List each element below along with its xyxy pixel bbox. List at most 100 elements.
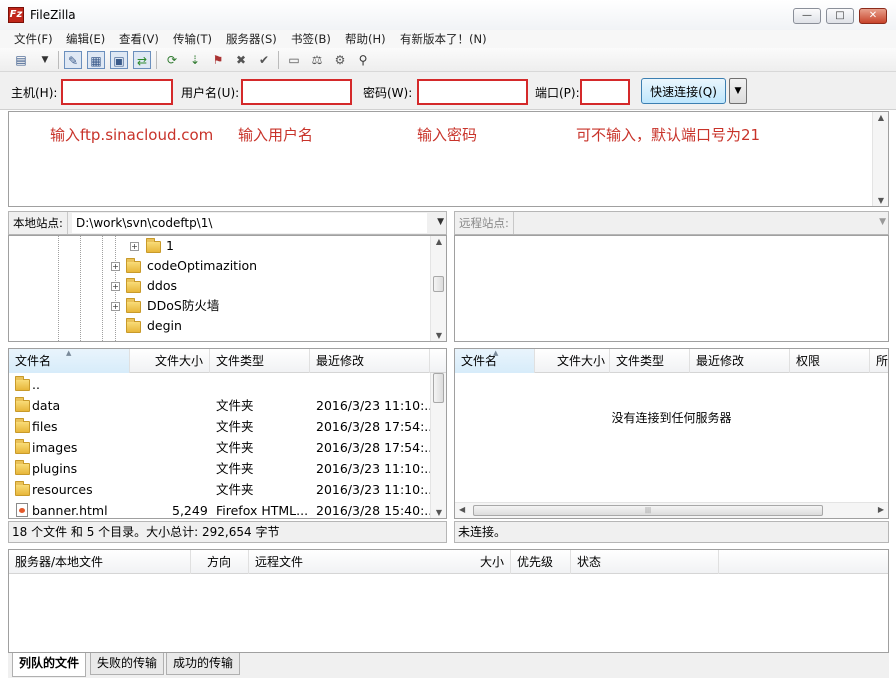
file-row[interactable]: files 文件夹 2016/3/28 17:54:...	[9, 416, 436, 437]
remote-file-list-hscrollbar[interactable]: ◀ ||| ▶	[455, 502, 888, 518]
remote-directory-tree[interactable]	[454, 235, 889, 342]
scroll-right-arrow-icon[interactable]: ▶	[878, 505, 884, 514]
menu-server[interactable]: 服务器(S)	[226, 31, 277, 47]
local-tree-scrollbar[interactable]: ▲ ▼	[430, 236, 446, 341]
column-header-priority[interactable]: 优先级	[511, 550, 571, 574]
scroll-down-arrow-icon[interactable]: ▼	[431, 508, 446, 517]
column-header-filesize[interactable]: 文件大小	[130, 349, 210, 373]
file-row[interactable]: plugins 文件夹 2016/3/23 11:10:...	[9, 458, 436, 479]
file-type: 文件夹	[216, 440, 254, 455]
host-label: 主机(H):	[11, 86, 58, 100]
column-header-status[interactable]: 状态	[571, 550, 719, 574]
dropdown-arrow-icon[interactable]: ▼	[36, 51, 54, 69]
host-input[interactable]	[61, 79, 173, 105]
port-label: 端口(P):	[535, 86, 580, 100]
toggle-remote-tree-icon[interactable]: ▣	[110, 51, 128, 69]
compare-icon[interactable]: ⚖	[308, 51, 326, 69]
local-file-list-scrollbar[interactable]: ▲ ▼	[430, 373, 446, 518]
password-label: 密码(W):	[363, 86, 413, 100]
column-header-modified[interactable]: 最近修改	[310, 349, 430, 373]
file-row[interactable]: resources 文件夹 2016/3/23 11:10:...	[9, 479, 436, 500]
minimize-button[interactable]: —	[793, 8, 821, 24]
scroll-thumb[interactable]: |||	[473, 505, 823, 516]
refresh-icon[interactable]: ⟳	[163, 51, 181, 69]
toggle-local-tree-icon[interactable]: ▦	[87, 51, 105, 69]
toggle-log-icon[interactable]: ✎	[64, 51, 82, 69]
toolbar: ▤ ▼ ✎ ▦ ▣ ⇄ ⟳ ⇣ ⚑ ✖ ✔ ▭ ⚖ ⚙ ⚲	[0, 48, 896, 72]
message-log[interactable]: 输入ftp.sinacloud.com 输入用户名 输入密码 可不输入，默认端口…	[8, 111, 889, 207]
column-header-size[interactable]: 大小	[411, 550, 511, 574]
column-header-modified[interactable]: 最近修改	[690, 349, 790, 373]
local-site-label: 本地站点:	[9, 212, 68, 234]
remote-site-path[interactable]	[518, 213, 868, 233]
tree-expander-icon[interactable]: +	[111, 282, 120, 291]
password-input[interactable]	[417, 79, 528, 105]
file-row[interactable]: data 文件夹 2016/3/23 11:10:...	[9, 395, 436, 416]
scroll-up-arrow-icon[interactable]: ▲	[431, 237, 446, 246]
tree-expander-icon[interactable]: +	[111, 302, 120, 311]
site-manager-icon[interactable]: ▤	[12, 51, 30, 69]
sort-ascending-icon: ▲	[493, 349, 499, 357]
quickconnect-button[interactable]: 快速连接(Q)	[641, 78, 726, 104]
process-queue-icon[interactable]: ⇣	[186, 51, 204, 69]
maximize-button[interactable]: □	[826, 8, 854, 24]
disconnect-icon[interactable]: ✖	[232, 51, 250, 69]
column-header-direction[interactable]: 方向	[191, 550, 249, 574]
local-file-list[interactable]: 文件名 ▲ 文件大小 文件类型 最近修改 .. data 文件夹 2016/3/…	[8, 348, 447, 519]
file-row[interactable]: images 文件夹 2016/3/28 17:54:...	[9, 437, 436, 458]
remote-site-dropdown-icon[interactable]: ▼	[879, 217, 886, 227]
tree-item[interactable]: + codeOptimazition	[9, 256, 431, 276]
sync-browse-icon[interactable]: ⚙	[331, 51, 349, 69]
scroll-up-arrow-icon[interactable]: ▲	[873, 113, 889, 122]
tab-failed-transfers[interactable]: 失败的传输	[90, 653, 165, 675]
scroll-down-arrow-icon[interactable]: ▼	[431, 331, 446, 340]
search-icon[interactable]: ⚲	[354, 51, 372, 69]
column-header-filetype[interactable]: 文件类型	[210, 349, 310, 373]
scroll-left-arrow-icon[interactable]: ◀	[459, 505, 465, 514]
toggle-queue-icon[interactable]: ⇄	[133, 51, 151, 69]
column-header-owner[interactable]: 所	[870, 349, 888, 373]
local-site-path[interactable]: D:\work\svn\codeftp\1\	[72, 213, 427, 233]
column-header-filetype[interactable]: 文件类型	[610, 349, 690, 373]
no-connection-message: 没有连接到任何服务器	[611, 411, 732, 425]
column-header-server-local-file[interactable]: 服务器/本地文件	[9, 550, 191, 574]
reconnect-icon[interactable]: ✔	[255, 51, 273, 69]
tab-queued-files[interactable]: 列队的文件	[12, 653, 87, 677]
menu-bookmarks[interactable]: 书签(B)	[291, 31, 331, 47]
close-button[interactable]: ✕	[859, 8, 887, 24]
cancel-icon[interactable]: ⚑	[209, 51, 227, 69]
tree-item-label: degin	[147, 318, 182, 333]
menu-edit[interactable]: 编辑(E)	[66, 31, 105, 47]
menu-view[interactable]: 查看(V)	[119, 31, 159, 47]
tree-item[interactable]: degin	[9, 316, 431, 336]
scroll-thumb[interactable]	[433, 276, 444, 292]
username-input[interactable]	[241, 79, 352, 105]
tree-expander-icon[interactable]: +	[130, 242, 139, 251]
menu-file[interactable]: 文件(F)	[14, 31, 53, 47]
port-input[interactable]	[580, 79, 630, 105]
folder-icon	[15, 481, 30, 496]
tree-item[interactable]: + ddos	[9, 276, 431, 296]
column-header-permissions[interactable]: 权限	[790, 349, 870, 373]
menu-new-version[interactable]: 有新版本了！(N)	[400, 31, 487, 47]
directory-listing-filter-icon[interactable]: ▭	[285, 51, 303, 69]
remote-file-list[interactable]: 文件名 ▲ 文件大小 文件类型 最近修改 权限 所 没有连接到任何服务器 ◀ |…	[454, 348, 889, 519]
transfer-queue[interactable]: 服务器/本地文件 方向 远程文件 大小 优先级 状态	[8, 549, 889, 653]
column-header-filesize[interactable]: 文件大小	[535, 349, 610, 373]
file-row[interactable]: ..	[9, 374, 430, 395]
local-directory-tree[interactable]: + 1 + codeOptimazition + ddos + DDoS防火墙 …	[8, 235, 447, 342]
tree-item[interactable]: + DDoS防火墙	[9, 296, 431, 316]
menu-help[interactable]: 帮助(H)	[345, 31, 386, 47]
tree-item[interactable]: + 1	[9, 236, 431, 256]
scroll-down-arrow-icon[interactable]: ▼	[873, 196, 889, 205]
scroll-thumb[interactable]	[433, 373, 444, 403]
file-row[interactable]: banner.html 5,249 Firefox HTML... 2016/3…	[9, 500, 436, 518]
quickconnect-history-dropdown[interactable]: ▼	[729, 78, 747, 104]
tree-expander-icon[interactable]: +	[111, 262, 120, 271]
local-site-dropdown-icon[interactable]: ▼	[437, 217, 444, 227]
menu-transfer[interactable]: 传输(T)	[173, 31, 212, 47]
file-name: files	[32, 419, 58, 434]
tab-successful-transfers[interactable]: 成功的传输	[166, 653, 241, 675]
message-log-scrollbar[interactable]: ▲ ▼	[872, 112, 888, 206]
queue-tabs: 列队的文件 失败的传输 成功的传输	[8, 653, 889, 678]
